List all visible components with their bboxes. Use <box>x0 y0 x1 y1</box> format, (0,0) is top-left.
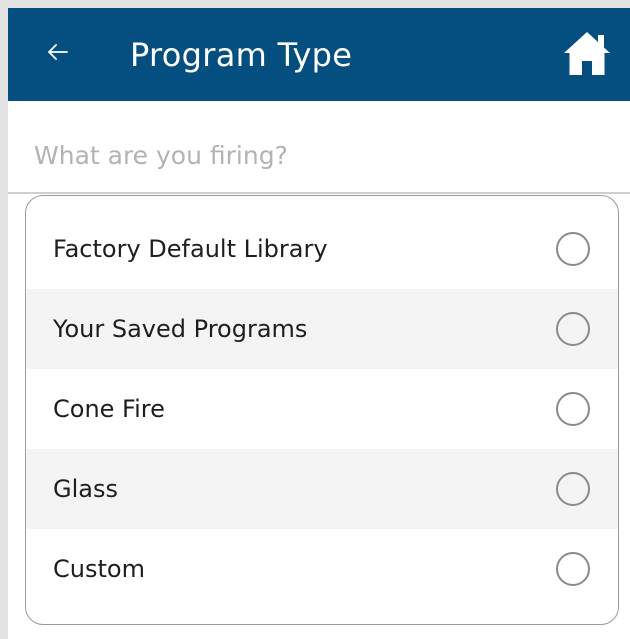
radio-button[interactable] <box>556 312 590 346</box>
option-label: Glass <box>53 475 118 503</box>
option-custom[interactable]: Custom <box>26 529 618 609</box>
screen: Program Type What are you firing? Factor… <box>0 0 630 639</box>
option-label: Factory Default Library <box>53 235 328 263</box>
radio-button[interactable] <box>556 392 590 426</box>
radio-button[interactable] <box>556 552 590 586</box>
program-type-list: Factory Default Library Your Saved Progr… <box>25 195 619 625</box>
page-title: Program Type <box>130 36 353 74</box>
back-button[interactable] <box>36 30 80 74</box>
divider <box>8 192 630 194</box>
option-label: Your Saved Programs <box>53 315 308 343</box>
option-cone-fire[interactable]: Cone Fire <box>26 369 618 449</box>
home-icon <box>564 32 610 75</box>
back-arrow-icon <box>48 44 68 60</box>
firing-prompt: What are you firing? <box>34 141 288 170</box>
top-border <box>0 0 630 8</box>
option-your-saved-programs[interactable]: Your Saved Programs <box>26 289 618 369</box>
app-bar: Program Type <box>8 8 630 101</box>
option-label: Cone Fire <box>53 395 165 423</box>
radio-button[interactable] <box>556 472 590 506</box>
option-label: Custom <box>53 555 145 583</box>
home-button[interactable] <box>560 26 614 80</box>
left-border <box>0 0 8 639</box>
radio-button[interactable] <box>556 232 590 266</box>
option-glass[interactable]: Glass <box>26 449 618 529</box>
option-factory-default-library[interactable]: Factory Default Library <box>26 209 618 289</box>
